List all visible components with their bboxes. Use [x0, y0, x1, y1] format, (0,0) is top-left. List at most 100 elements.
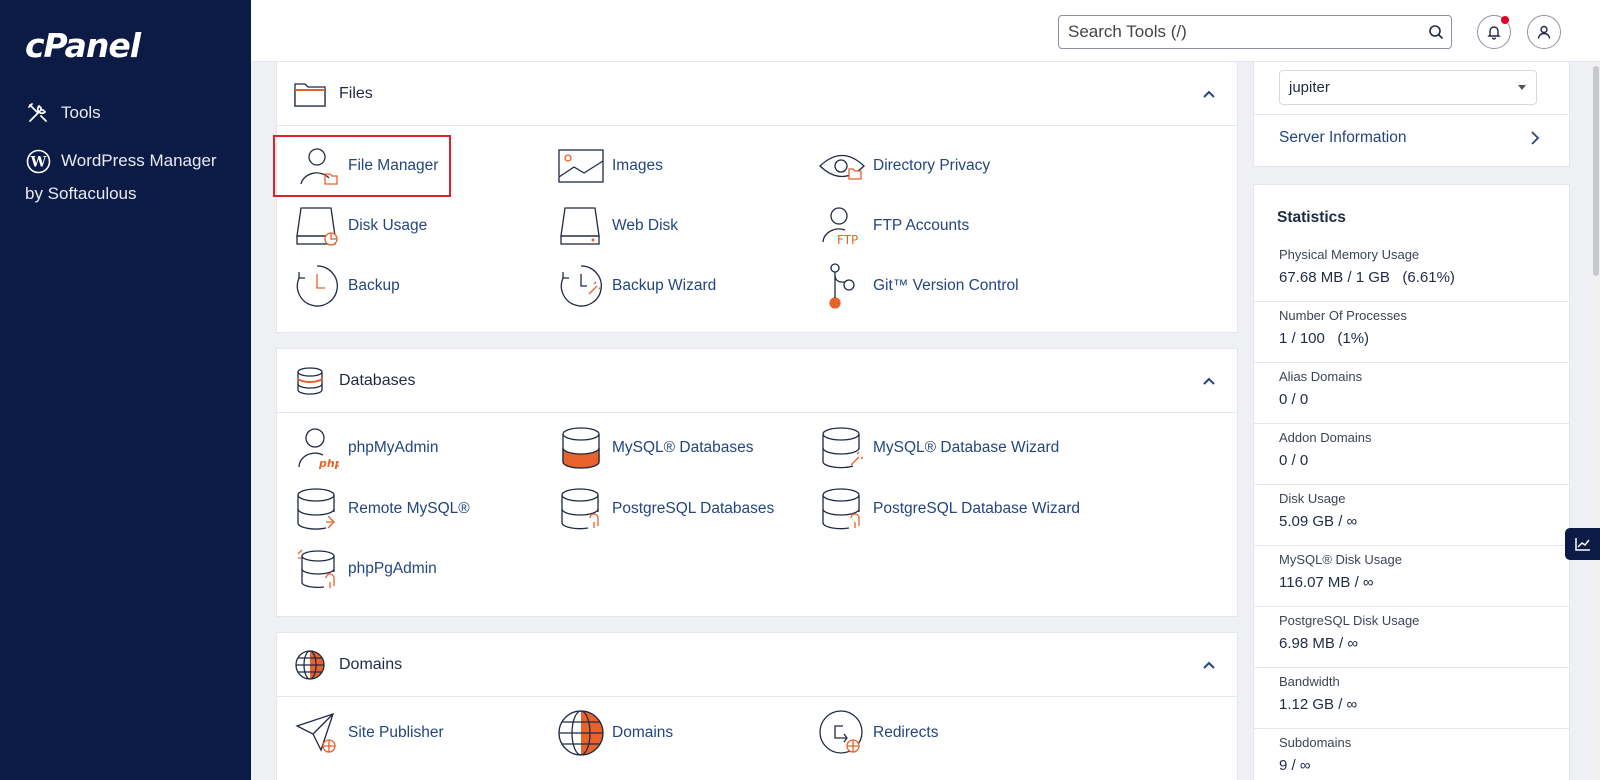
disk-usage-icon — [293, 202, 341, 250]
tool-label: Web Disk — [612, 217, 679, 234]
tool-redirects[interactable]: Redirects — [818, 709, 938, 757]
tool-label: MySQL® Database Wizard — [873, 439, 1060, 456]
tool-mysql-database-wizard[interactable]: MySQL® Database Wizard — [818, 424, 1059, 472]
theme-select[interactable]: jupiter — [1279, 70, 1537, 105]
stat-value: 1 / 100 (1%) — [1279, 330, 1370, 347]
sidebar-item-tools[interactable]: Tools — [25, 100, 101, 126]
sidebar-item-wordpress-manager[interactable]: W WordPress Manager — [25, 148, 217, 174]
stat-postgresql-disk-usage: PostgreSQL Disk Usage 6.98 MB / ∞ — [1254, 607, 1569, 668]
tool-phppgadmin[interactable]: phpPgAdmin — [293, 545, 437, 593]
stat-value: 0 / 0 — [1279, 391, 1309, 408]
databases-section-header[interactable]: Databases — [277, 349, 1237, 413]
redirects-icon — [818, 709, 866, 757]
tool-file-manager[interactable]: File Manager — [273, 135, 451, 197]
tool-label: phpMyAdmin — [348, 439, 439, 456]
server-information-label: Server Information — [1279, 129, 1407, 146]
tool-backup-wizard[interactable]: Backup Wizard — [557, 262, 716, 310]
tool-label: MySQL® Databases — [612, 439, 754, 456]
tool-git-version-control[interactable]: Git™ Version Control — [818, 262, 1019, 310]
sidebar: cPanel Tools W WordPress Manager by Soft… — [0, 0, 251, 780]
tool-label: Backup — [348, 277, 400, 294]
stat-alias-domains: Alias Domains 0 / 0 — [1254, 363, 1569, 424]
tool-ftp-accounts[interactable]: FTP FTP Accounts — [818, 202, 969, 250]
stat-value: 0 / 0 — [1279, 452, 1309, 469]
stat-label: Bandwidth — [1279, 674, 1340, 689]
chevron-right-icon — [1531, 131, 1540, 145]
site-publisher-icon — [293, 709, 341, 757]
images-icon — [557, 142, 605, 190]
tool-label: File Manager — [348, 157, 439, 174]
tool-label: Images — [612, 157, 663, 174]
sidebar-item-sublabel[interactable]: by Softaculous — [25, 184, 137, 204]
section-title: Domains — [339, 655, 403, 673]
tool-label: Domains — [612, 724, 674, 741]
user-icon — [1537, 25, 1551, 39]
stat-subdomains: Subdomains 9 / ∞ — [1254, 729, 1569, 780]
tool-label: Disk Usage — [348, 217, 428, 234]
theme-select-value: jupiter — [1289, 79, 1330, 96]
tool-mysql-databases[interactable]: MySQL® Databases — [557, 424, 754, 472]
tool-label: Git™ Version Control — [873, 277, 1019, 294]
git-icon — [818, 262, 866, 310]
postgresql-databases-icon — [557, 485, 605, 533]
chevron-up-icon[interactable] — [1199, 84, 1219, 104]
section-title: Files — [339, 84, 373, 102]
top-header — [251, 0, 1600, 62]
wordpress-icon: W — [25, 148, 51, 174]
notifications-button[interactable] — [1477, 15, 1511, 49]
tool-backup[interactable]: Backup — [293, 262, 400, 310]
stat-value: 67.68 MB / 1 GB (6.61%) — [1279, 269, 1455, 286]
statistics-panel: Statistics Physical Memory Usage 67.68 M… — [1253, 184, 1570, 780]
tool-label: Backup Wizard — [612, 277, 717, 294]
stat-physical-memory: Physical Memory Usage 67.68 MB / 1 GB (6… — [1254, 241, 1569, 302]
search-input[interactable] — [1059, 17, 1421, 47]
chevron-up-icon[interactable] — [1199, 655, 1219, 675]
search-icon[interactable] — [1421, 17, 1451, 47]
tool-label: Site Publisher — [348, 724, 444, 741]
bell-icon — [1487, 26, 1501, 40]
stats-toggle-button[interactable] — [1565, 528, 1600, 560]
stat-value: 6.98 MB / ∞ — [1279, 635, 1359, 652]
user-menu-button[interactable] — [1527, 15, 1561, 49]
backup-icon — [293, 262, 341, 310]
files-section-header[interactable]: Files — [277, 62, 1237, 126]
directory-privacy-icon — [818, 142, 866, 190]
mysql-database-wizard-icon — [818, 424, 866, 472]
tool-directory-privacy[interactable]: Directory Privacy — [818, 142, 990, 190]
scrollbar-thumb[interactable] — [1593, 66, 1599, 276]
stat-label: Number Of Processes — [1279, 308, 1407, 323]
stat-label: PostgreSQL Disk Usage — [1279, 613, 1420, 628]
tool-disk-usage[interactable]: Disk Usage — [293, 202, 427, 250]
tool-postgresql-databases[interactable]: PostgreSQL Databases — [557, 485, 774, 533]
tool-label: FTP Accounts — [873, 217, 970, 234]
tool-phpmyadmin[interactable]: php phpMyAdmin — [293, 424, 438, 472]
tool-images[interactable]: Images — [557, 142, 663, 190]
web-disk-icon — [557, 202, 605, 250]
tool-label: PostgreSQL Databases — [612, 500, 775, 517]
svg-text:W: W — [29, 154, 46, 170]
stat-value: 9 / ∞ — [1279, 757, 1311, 774]
postgresql-database-wizard-icon — [818, 485, 866, 533]
stat-processes: Number Of Processes 1 / 100 (1%) — [1254, 302, 1569, 363]
phppgadmin-icon — [293, 545, 341, 593]
folder-icon — [294, 78, 326, 110]
server-information-link[interactable]: Server Information — [1279, 129, 1541, 147]
tool-web-disk[interactable]: Web Disk — [557, 202, 678, 250]
tool-label: Remote MySQL® — [348, 500, 470, 517]
chevron-up-icon[interactable] — [1199, 371, 1219, 391]
theme-panel: jupiter Server Information — [1253, 62, 1570, 167]
tool-postgresql-database-wizard[interactable]: PostgreSQL Database Wizard — [818, 485, 1080, 533]
domains-section-header[interactable]: Domains — [277, 633, 1237, 697]
svg-text:php: php — [318, 457, 339, 469]
backup-wizard-icon — [557, 262, 605, 310]
stat-bandwidth: Bandwidth 1.12 GB / ∞ — [1254, 668, 1569, 729]
stat-value: 116.07 MB / ∞ — [1279, 574, 1374, 591]
tool-site-publisher[interactable]: Site Publisher — [293, 709, 444, 757]
stat-label: Addon Domains — [1279, 430, 1372, 445]
cpanel-logo[interactable]: cPanel — [25, 26, 141, 65]
tool-remote-mysql[interactable]: Remote MySQL® — [293, 485, 470, 533]
tool-domains[interactable]: Domains — [557, 709, 673, 757]
tool-label: Directory Privacy — [873, 157, 991, 174]
database-icon — [294, 365, 326, 397]
databases-section: Databases php phpMyAdmin MySQL® Database… — [276, 348, 1238, 617]
